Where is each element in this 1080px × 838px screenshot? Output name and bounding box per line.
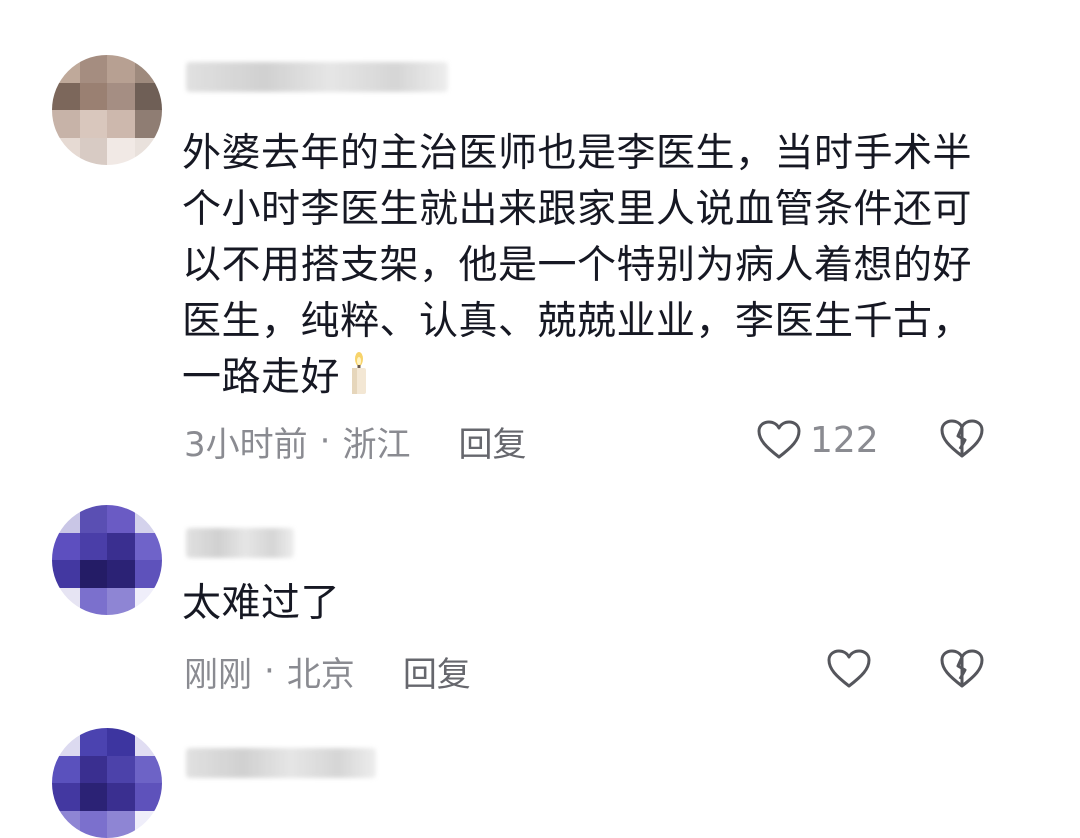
reply-button[interactable]: 回复	[403, 647, 471, 696]
heart-outline-icon[interactable]	[826, 648, 872, 690]
comment-location: 北京	[286, 654, 355, 695]
candle-emoji	[348, 352, 370, 396]
comment-text: 太难过了	[182, 576, 972, 632]
avatar[interactable]	[52, 728, 162, 838]
comment-meta: 3小时前 · 浙江 回复	[184, 416, 526, 466]
avatar[interactable]	[52, 505, 162, 615]
comment-location: 浙江	[342, 424, 411, 465]
avatar[interactable]	[52, 55, 162, 165]
username-blurred[interactable]	[186, 748, 376, 778]
username-blurred[interactable]	[186, 528, 294, 558]
comment-body: 太难过了	[182, 581, 341, 626]
like-count: 122	[810, 419, 879, 461]
broken-heart-icon[interactable]	[938, 418, 986, 460]
comment-meta: 刚刚 · 北京 回复	[184, 646, 471, 696]
username-blurred[interactable]	[186, 62, 448, 92]
comment-time: 刚刚	[184, 654, 252, 695]
broken-heart-icon[interactable]	[938, 648, 986, 690]
comment-body: 外婆去年的主治医师也是李医生，当时手术半个小时李医生就出来跟家里人说血管条件还可…	[182, 131, 973, 400]
heart-outline-icon[interactable]	[756, 419, 802, 461]
reply-button[interactable]: 回复	[458, 417, 526, 466]
comment-time: 3小时前	[184, 424, 308, 465]
comment-text: 外婆去年的主治医师也是李医生，当时手术半个小时李医生就出来跟家里人说血管条件还可…	[182, 126, 972, 406]
meta-separator: ·	[264, 651, 275, 691]
like-group: 122	[756, 415, 879, 465]
meta-separator: ·	[319, 421, 331, 461]
